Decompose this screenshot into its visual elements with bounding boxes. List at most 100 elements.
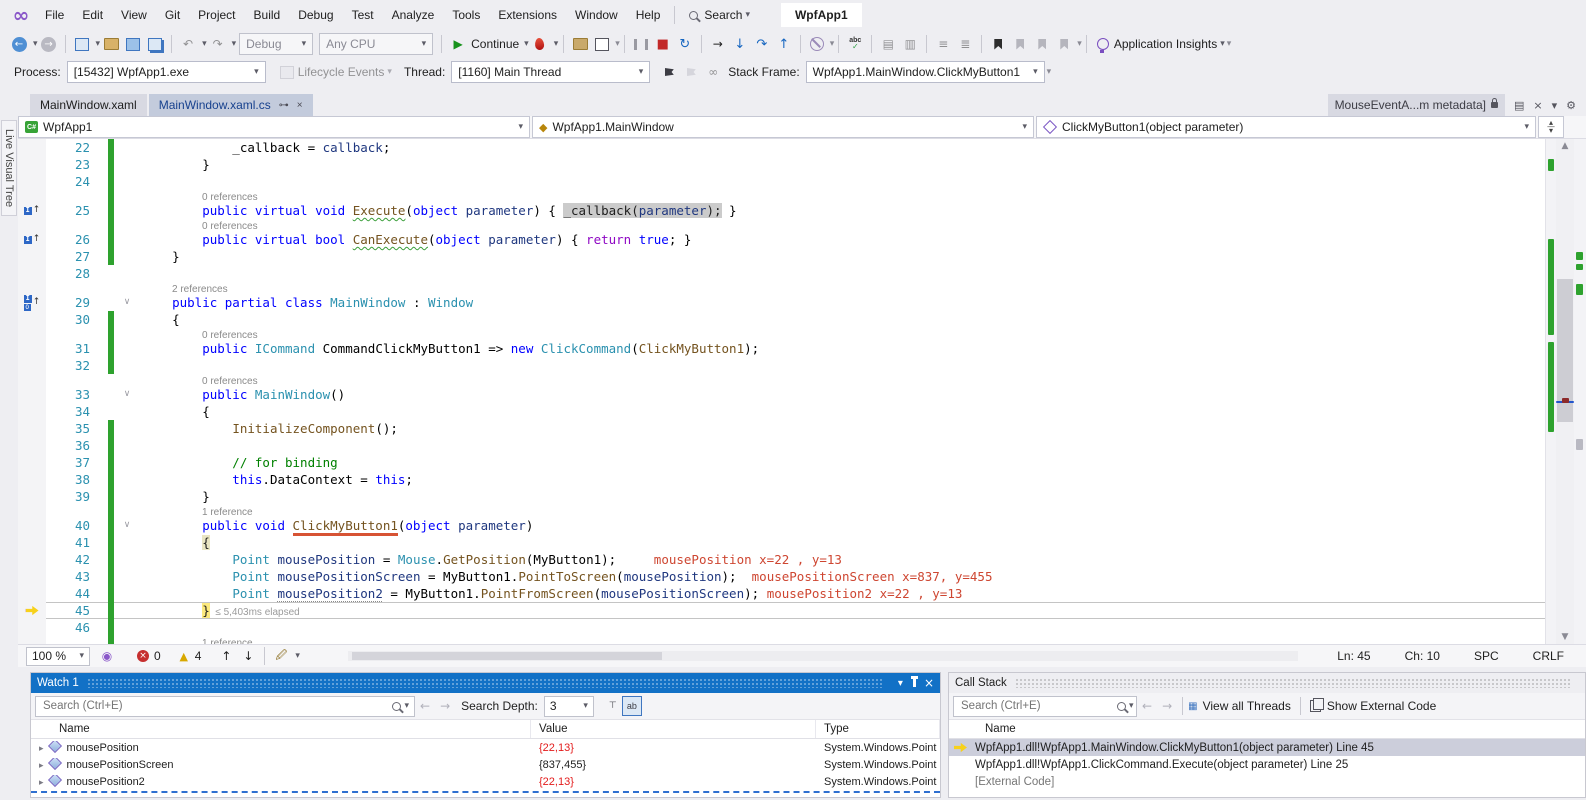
code-rows[interactable]: 22 _callback = callback;23 }240 referenc… [18,139,1586,644]
code-line[interactable]: 32 [18,357,1586,374]
uncomment-button[interactable]: ▥ [899,33,921,55]
codelens-row[interactable]: 1 reference [18,636,1586,644]
breakpoint-gutter[interactable] [18,585,46,602]
live-visual-tree-tab[interactable]: Live Visual Tree [1,120,17,216]
code-text[interactable]: 0 references [134,328,1586,340]
document-list-icon[interactable]: ▤ [1514,99,1524,112]
code-line[interactable]: 36 [18,437,1586,454]
code-text[interactable]: } [134,156,1586,173]
search-back-icon[interactable]: ← [1142,699,1152,713]
tab-mainwindow-xaml-cs[interactable]: MainWindow.xaml.cs ⊶ × [149,94,313,116]
code-text[interactable]: public void ClickMyButton1(object parame… [134,517,1586,534]
show-flagged-only-icon[interactable]: ∞ [702,61,724,83]
code-line[interactable]: 22 _callback = callback; [18,139,1586,156]
add-watch-row[interactable] [31,791,940,795]
panel-splitter[interactable] [941,667,948,800]
menu-analyze[interactable]: Analyze [383,4,444,26]
error-count-icon[interactable]: × [132,645,154,667]
callstack-search-box[interactable]: ▾ [953,696,1137,717]
code-line[interactable]: 28 [18,265,1586,282]
watch-value[interactable]: {22,13} [531,776,816,788]
code-text[interactable] [134,619,1586,636]
watch-row[interactable]: ▸mousePosition{22,13}System.Windows.Poin… [31,739,940,756]
code-text[interactable]: Point mousePosition2 = MyButton1.PointFr… [134,585,1586,602]
code-cleanup-icon[interactable]: 🖉 [270,645,292,667]
navigate-back-button[interactable]: ← [8,33,30,55]
undo-button[interactable]: ↶ [177,33,199,55]
search-menu[interactable]: Search ▾ [680,4,759,26]
watch-row[interactable]: ▸mousePosition2{22,13}System.Windows.Poi… [31,773,940,790]
code-line[interactable]: 34 { [18,403,1586,420]
code-text[interactable]: { [134,534,1586,551]
previous-bookmark-button[interactable] [1009,33,1031,55]
save-button[interactable] [122,33,144,55]
code-line[interactable]: 46 [18,619,1586,636]
open-file-button[interactable] [100,33,122,55]
code-line[interactable]: 45 } ≤ 5,403ms elapsed [18,602,1586,619]
breakpoint-gutter[interactable] [18,248,46,265]
fold-collapse-icon[interactable]: ∨ [120,517,134,534]
breakpoint-gutter[interactable] [18,311,46,328]
breakpoint-gutter[interactable] [18,403,46,420]
lifecycle-events-button[interactable]: Lifecycle Events [298,65,385,79]
breakpoint-gutter[interactable] [18,328,46,340]
code-text[interactable]: public MainWindow() [134,386,1586,403]
watch-value[interactable]: {22,13} [531,742,816,754]
code-text[interactable]: { [134,403,1586,420]
breakpoint-gutter[interactable] [18,505,46,517]
increase-indent-button[interactable]: ≣ [954,33,976,55]
stackframe-dropdown[interactable]: WpfApp1.MainWindow.ClickMyButton1▾ [806,61,1045,83]
fold-collapse-icon[interactable]: ∨ [120,386,134,403]
code-text[interactable]: } ≤ 5,403ms elapsed [134,602,1586,619]
zoom-dropdown[interactable]: 100 %▾ [26,647,90,666]
close-icon[interactable]: × [1533,99,1542,112]
flag-icon[interactable] [658,61,680,83]
code-text[interactable]: 1 reference [134,505,1586,517]
breakpoint-gutter[interactable] [18,454,46,471]
code-text[interactable]: public partial class MainWindow : Window [134,294,1586,311]
breakpoint-gutter[interactable] [18,471,46,488]
breakpoint-gutter[interactable] [18,282,46,294]
health-indicator-icon[interactable]: ◉ [96,645,118,667]
search-forward-icon[interactable]: → [440,699,450,713]
hot-reload-button[interactable] [529,33,551,55]
new-file-button[interactable] [71,33,93,55]
codelens-row[interactable]: 2 references [18,282,1586,294]
codelens-row[interactable]: 1 reference [18,505,1586,517]
code-editor[interactable]: 22 _callback = callback;23 }240 referenc… [18,139,1586,644]
breakpoint-gutter[interactable] [18,568,46,585]
window-position-icon[interactable]: ▾ [898,678,903,689]
code-line[interactable]: 27 } [18,248,1586,265]
code-line[interactable]: 37 // for binding [18,454,1586,471]
close-icon[interactable]: × [924,676,934,690]
callstack-frame[interactable]: [External Code] [949,773,1585,790]
code-text[interactable]: // for binding [134,454,1586,471]
error-count[interactable]: 0 [154,649,161,663]
warning-count-icon[interactable]: ▲ [173,645,195,667]
redo-button[interactable]: ↷ [207,33,229,55]
callstack-column-header[interactable]: Name [949,720,1585,739]
spaces-indicator[interactable]: SPC [1474,649,1499,663]
code-text[interactable]: this.DataContext = this; [134,471,1586,488]
breakpoint-gutter[interactable] [18,488,46,505]
breakpoint-gutter[interactable] [18,636,46,644]
code-text[interactable]: 0 references [134,219,1586,231]
chevron-down-icon[interactable]: ▾ [1552,99,1558,112]
horizontal-scrollbar[interactable] [348,651,1298,661]
code-line[interactable]: 24 [18,173,1586,190]
codelens-row[interactable]: 0 references [18,219,1586,231]
watch-search-input[interactable] [41,699,392,713]
code-line[interactable]: 39 } [18,488,1586,505]
code-text[interactable]: public virtual bool CanExecute(object pa… [134,231,1586,248]
clear-bookmarks-button[interactable] [1053,33,1075,55]
code-line[interactable]: 31 public ICommand CommandClickMyButton1… [18,340,1586,357]
breakpoint-gutter[interactable] [18,386,46,403]
breakpoint-gutter[interactable] [18,534,46,551]
watch-column-headers[interactable]: Name Value Type [31,720,940,739]
breakpoint-gutter[interactable] [18,265,46,282]
code-text[interactable]: InitializeComponent(); [134,420,1586,437]
show-next-statement-button[interactable]: → [707,33,729,55]
watch-search-box[interactable]: ▾ [35,696,415,717]
code-text[interactable] [134,357,1586,374]
pin-icon[interactable] [913,679,916,687]
